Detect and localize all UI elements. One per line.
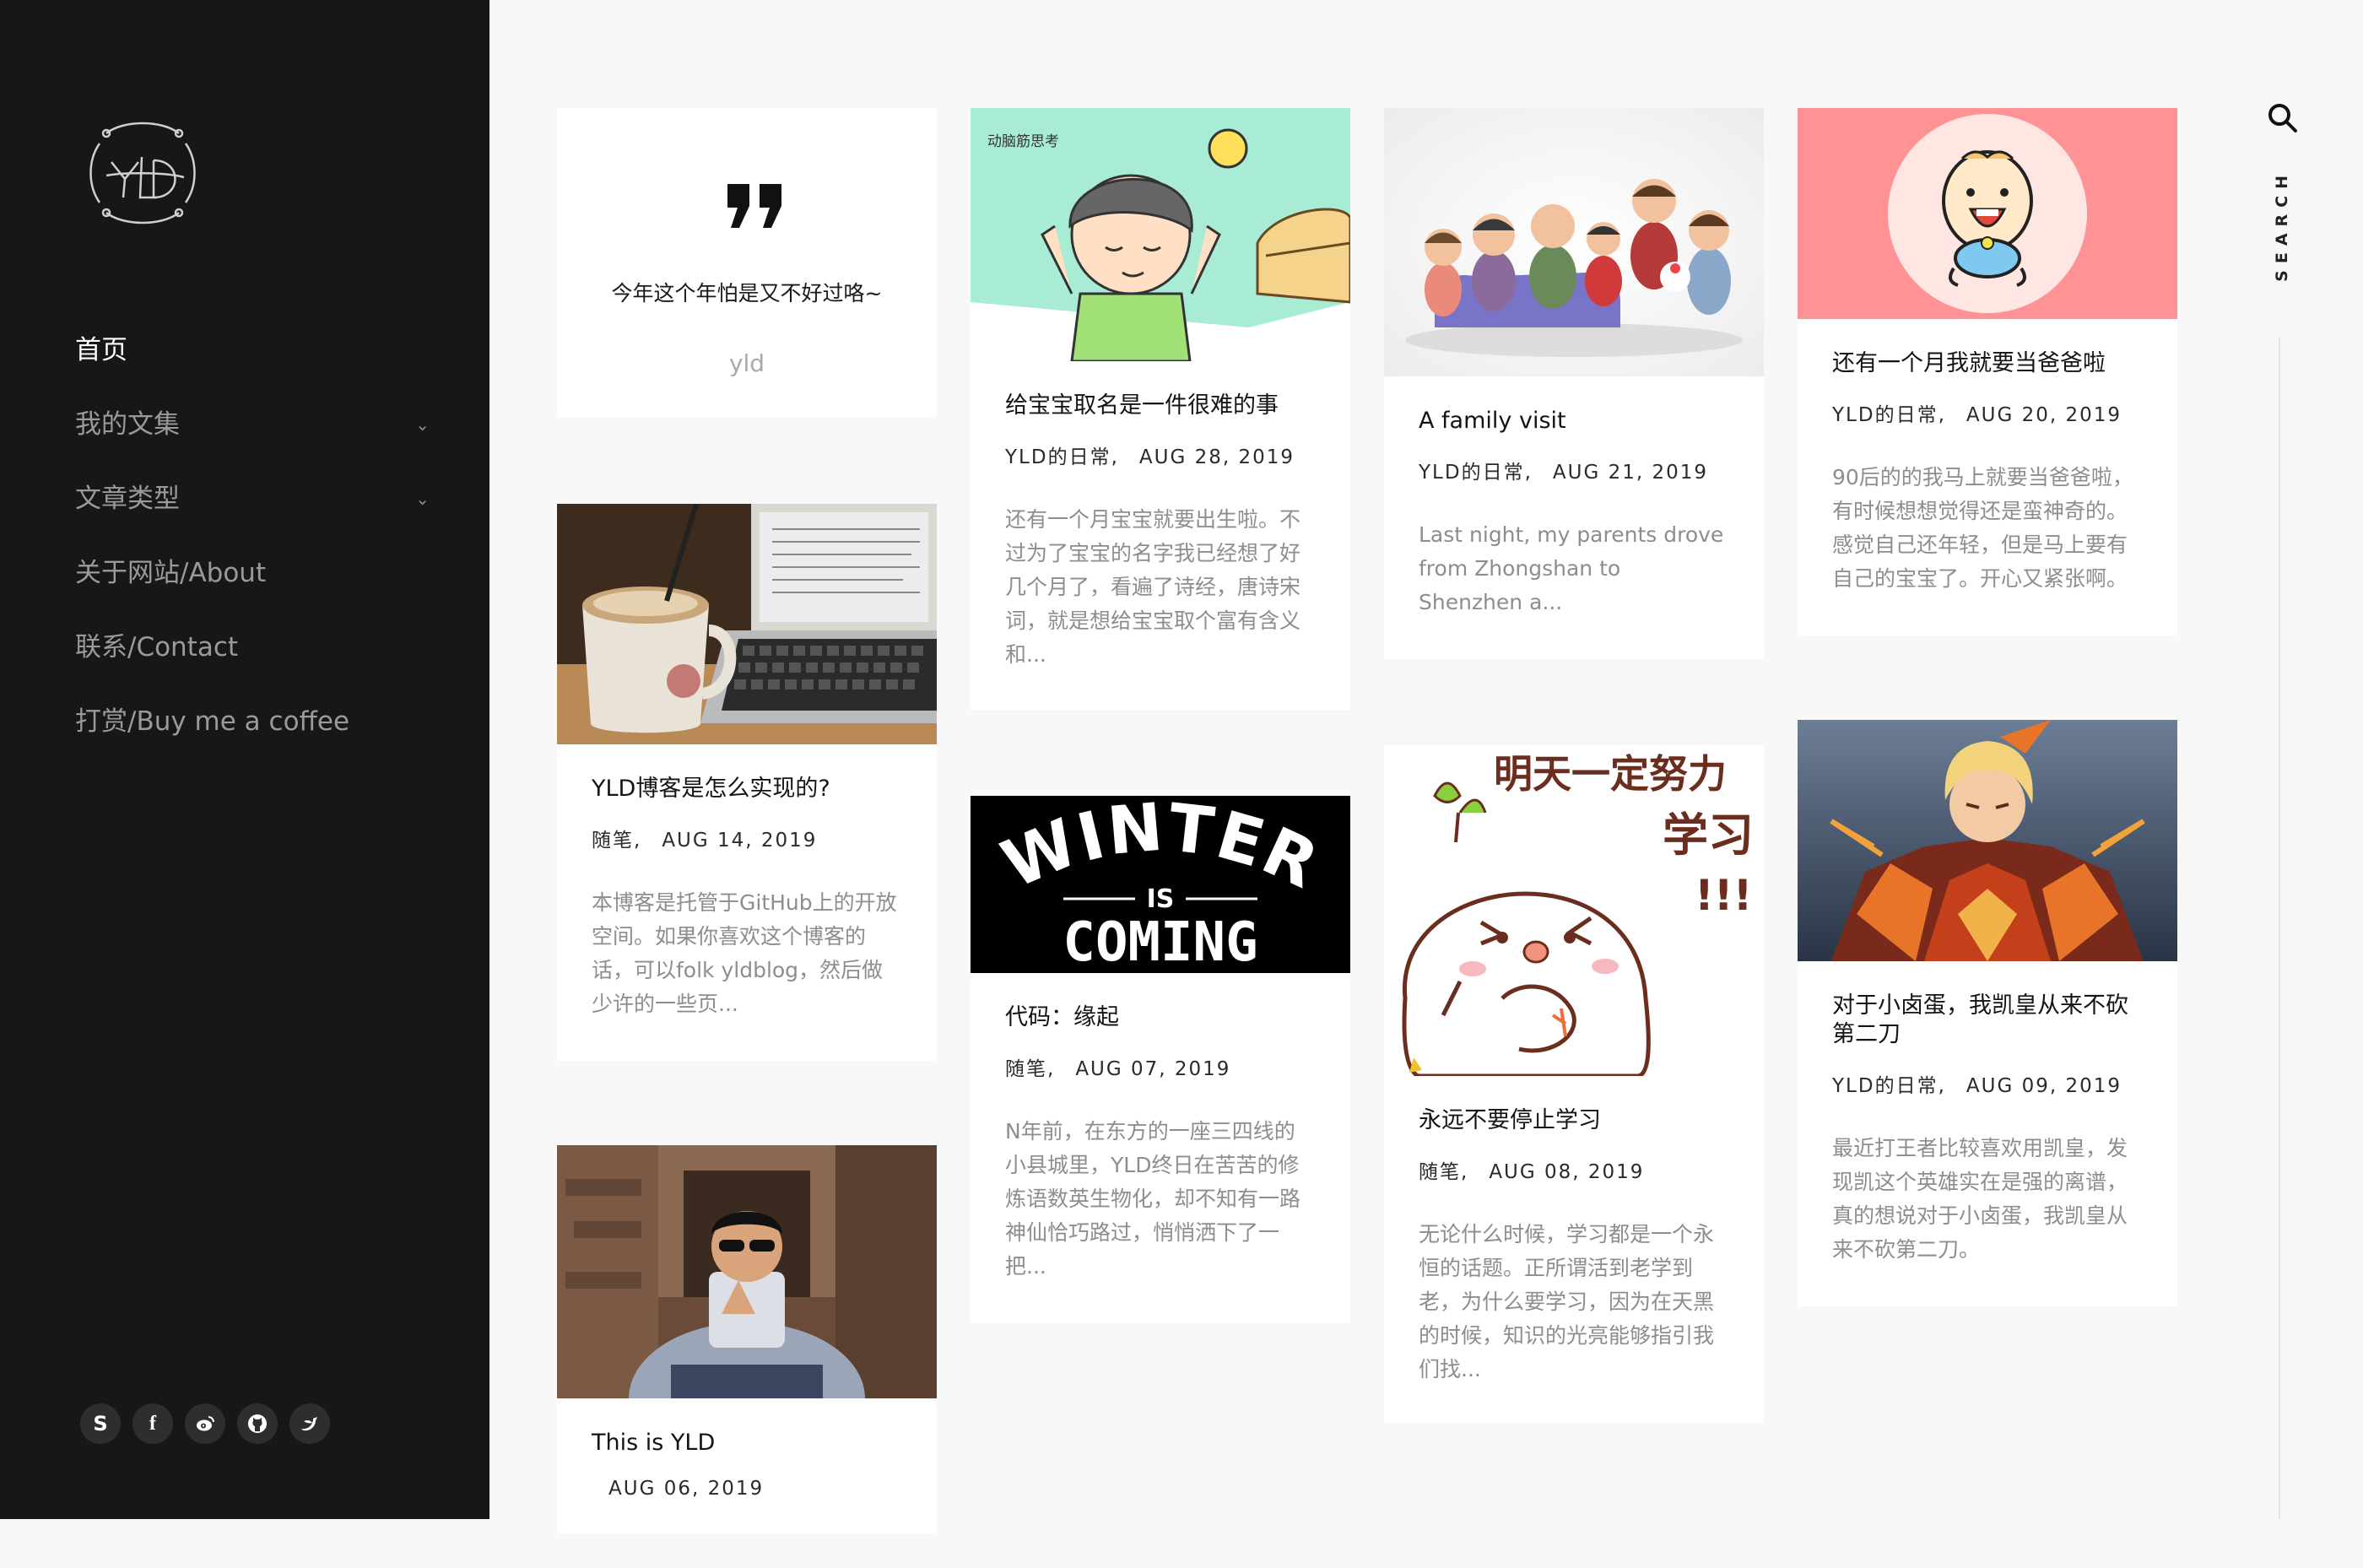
post-meta: YLD的日常, AUG 28, 2019: [1005, 441, 1316, 469]
post-excerpt: Last night, my parents drove from Zhongs…: [1419, 522, 1724, 614]
post-meta: 随笔, AUG 14, 2019: [592, 824, 902, 852]
post-meta: YLD的日常, AUG 09, 2019: [1832, 1069, 2143, 1098]
post-body: 代码：缘起 随笔, AUG 07, 2019 N年前，在东方的一座三四线的小县城里…: [971, 1003, 1350, 1318]
post-category[interactable]: 随笔,: [1419, 1161, 1468, 1183]
post-excerpt: 本博客是托管于GitHub上的开放空间。如果你喜欢这个博客的话，可以folk y…: [592, 890, 897, 1016]
post-meta: AUG 06, 2019: [592, 1478, 902, 1500]
post-image: [1384, 108, 1764, 376]
chevron-down-icon: ⌄: [415, 414, 430, 435]
svg-text:IS: IS: [1147, 884, 1175, 914]
post-image: [557, 504, 937, 744]
post-image: [1798, 720, 2177, 961]
post-image: 动脑筋思考: [971, 108, 1350, 361]
post-body: 对于小卤蛋，我凯皇从来不砍第二刀 YLD的日常, AUG 09, 2019 最近打…: [1798, 992, 2177, 1301]
quote-author: yld: [728, 349, 765, 377]
chevron-down-icon: ⌄: [415, 489, 430, 509]
post-title[interactable]: 给宝宝取名是一件很难的事: [1005, 392, 1316, 420]
post-card[interactable]: 明天一定努力 学习 !!! 永远不要停止学习 随笔, AUG 08, 2019 无…: [1384, 745, 1764, 1423]
post-category[interactable]: YLD的日常,: [1005, 446, 1119, 468]
post-excerpt: 90后的的我马上就要当爸爸啦，有时候想想觉得还是蛮神奇的。感觉自己还年轻，但是马…: [1832, 465, 2133, 591]
post-card[interactable]: A family visit YLD的日常, AUG 21, 2019 Last …: [1384, 108, 1764, 659]
search-icon[interactable]: [2262, 101, 2304, 135]
main-nav: 首页 我的文集 ⌄ 文章类型 ⌄ 关于网站/About 联系/Contact 打赏/…: [75, 325, 430, 770]
post-image: [557, 1145, 937, 1398]
post-body: YLD博客是怎么实现的? 随笔, AUG 14, 2019 本博客是托管于GitH…: [557, 775, 937, 1056]
post-excerpt: 还有一个月宝宝就要出生啦。不过为了宝宝的名字我已经想了好几个月了，看遍了诗经，唐…: [1005, 507, 1301, 667]
nav-item-collections[interactable]: 我的文集 ⌄: [75, 399, 430, 473]
sidebar: 首页 我的文集 ⌄ 文章类型 ⌄ 关于网站/About 联系/Contact 打赏/…: [0, 0, 489, 1519]
quote-icon: [727, 184, 781, 228]
post-card[interactable]: 还有一个月我就要当爸爸啦 YLD的日常, AUG 20, 2019 90后的的我马…: [1798, 108, 2177, 635]
post-date: AUG 14, 2019: [662, 830, 818, 852]
post-title[interactable]: YLD博客是怎么实现的?: [592, 775, 902, 803]
post-title[interactable]: 永远不要停止学习: [1419, 1106, 1729, 1135]
quote-text: 今年这个年怕是又不好过咯~: [611, 281, 883, 305]
post-meta: 随笔, AUG 07, 2019: [1005, 1052, 1316, 1081]
post-body: This is YLD AUG 06, 2019: [557, 1429, 937, 1568]
twitter-icon[interactable]: [289, 1403, 330, 1444]
nav-item-home[interactable]: 首页: [75, 325, 430, 399]
post-image: [1798, 108, 2177, 319]
post-category[interactable]: YLD的日常,: [1832, 1075, 1946, 1097]
post-date: AUG 09, 2019: [1966, 1075, 2122, 1097]
post-body: A family visit YLD的日常, AUG 21, 2019 Last …: [1384, 407, 1764, 654]
site-logo[interactable]: [81, 110, 204, 236]
svg-text:学习: 学习: [1663, 808, 1754, 862]
svg-text:!!!: !!!: [1695, 871, 1752, 920]
post-title[interactable]: This is YLD: [592, 1429, 902, 1457]
post-category[interactable]: YLD的日常,: [1832, 404, 1946, 426]
post-excerpt: 最近打王者比较喜欢用凯皇，发现凯这个英雄实在是强的离谱，真的想说对于小卤蛋，我凯…: [1832, 1136, 2128, 1262]
post-date: AUG 20, 2019: [1966, 404, 2122, 426]
post-date: AUG 28, 2019: [1138, 446, 1295, 468]
post-card[interactable]: 对于小卤蛋，我凯皇从来不砍第二刀 YLD的日常, AUG 09, 2019 最近打…: [1798, 720, 2177, 1306]
post-excerpt: N年前，在东方的一座三四线的小县城里，YLD终日在苦苦的修炼语数英生物化，却不知…: [1005, 1119, 1301, 1279]
scrollbar-track[interactable]: [2279, 338, 2280, 1519]
svg-text:明天一定努力: 明天一定努力: [1494, 751, 1727, 797]
post-meta: 随笔, AUG 08, 2019: [1419, 1155, 1729, 1184]
post-date: AUG 08, 2019: [1489, 1161, 1645, 1183]
nav-item-categories[interactable]: 文章类型 ⌄: [75, 473, 430, 548]
post-category[interactable]: YLD的日常,: [1419, 462, 1533, 484]
svg-text:COMING: COMING: [1063, 911, 1257, 973]
post-card[interactable]: WINTER IS COMING 代码：缘起 随笔, AUG 07, 2019 N…: [971, 796, 1350, 1323]
post-image: WINTER IS COMING: [971, 796, 1350, 973]
post-image: 明天一定努力 学习 !!!: [1384, 745, 1764, 1076]
github-icon[interactable]: [237, 1403, 278, 1444]
nav-item-contact[interactable]: 联系/Contact: [75, 622, 430, 696]
quote-card[interactable]: 今年这个年怕是又不好过咯~ yld: [557, 108, 937, 418]
weibo-icon[interactable]: [185, 1403, 225, 1444]
post-meta: YLD的日常, AUG 20, 2019: [1832, 398, 2143, 427]
nav-item-about[interactable]: 关于网站/About: [75, 548, 430, 622]
post-title[interactable]: 代码：缘起: [1005, 1003, 1316, 1032]
post-excerpt: 无论什么时候，学习都是一个永恒的话题。正所谓活到老学到老，为什么要学习，因为在天…: [1419, 1222, 1715, 1381]
post-date: AUG 07, 2019: [1075, 1058, 1231, 1080]
search-label[interactable]: SEARCH: [2273, 169, 2291, 282]
post-date: AUG 21, 2019: [1552, 462, 1709, 484]
facebook-icon[interactable]: f: [132, 1403, 173, 1444]
post-body: 永远不要停止学习 随笔, AUG 08, 2019 无论什么时候，学习都是一个永恒…: [1384, 1106, 1764, 1421]
post-card[interactable]: This is YLD AUG 06, 2019: [557, 1145, 937, 1533]
post-body: 还有一个月我就要当爸爸啦 YLD的日常, AUG 20, 2019 90后的的我马…: [1798, 349, 2177, 630]
svg-text:动脑筋思考: 动脑筋思考: [987, 133, 1059, 150]
nav-item-donate[interactable]: 打赏/Buy me a coffee: [75, 696, 430, 770]
post-title[interactable]: 对于小卤蛋，我凯皇从来不砍第二刀: [1832, 992, 2143, 1049]
post-card[interactable]: YLD博客是怎么实现的? 随笔, AUG 14, 2019 本博客是托管于GitH…: [557, 504, 937, 1061]
post-category[interactable]: 随笔,: [592, 830, 641, 852]
post-category[interactable]: 随笔,: [1005, 1058, 1055, 1080]
post-date: AUG 06, 2019: [608, 1478, 765, 1500]
s-icon[interactable]: S: [80, 1403, 121, 1444]
social-links: S f: [80, 1403, 330, 1444]
post-title[interactable]: 还有一个月我就要当爸爸啦: [1832, 349, 2143, 378]
post-card[interactable]: 动脑筋思考 给宝宝取名是一件很难的事 YLD的日常, AUG 28, 2019 还…: [971, 108, 1350, 710]
post-title[interactable]: A family visit: [1419, 407, 1729, 435]
post-meta: YLD的日常, AUG 21, 2019: [1419, 456, 1729, 484]
post-body: 给宝宝取名是一件很难的事 YLD的日常, AUG 28, 2019 还有一个月宝宝…: [971, 392, 1350, 706]
